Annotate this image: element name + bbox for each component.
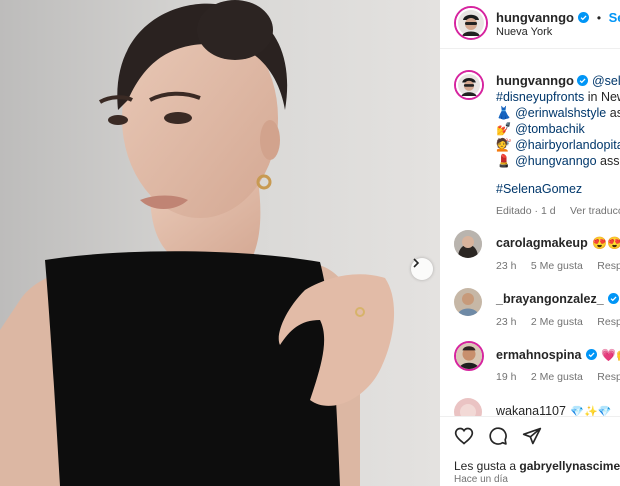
comment-username[interactable]: _brayangonzalez_ [496,292,604,306]
comment-time: 23 h [496,316,517,328]
credit-mention[interactable]: @erinwalshstyle [515,106,606,120]
credit-emoji: 👗 [496,106,512,120]
share-icon[interactable] [522,426,542,446]
comment-avatar[interactable] [454,341,484,371]
comment-text: 😍😍 [592,236,620,250]
caption-text: ass [609,106,620,120]
credit-emoji: 💄 [496,154,512,168]
edited-label: Editado · 1 d [496,205,556,217]
avatar-photo [454,230,482,258]
verified-icon [578,12,590,23]
avatar-photo [458,74,480,96]
see-translation-link[interactable]: Ver traducció [570,205,620,217]
comment-icon[interactable] [488,426,508,446]
next-slide-button[interactable] [411,258,433,280]
comment-username[interactable]: carolagmakeup [496,236,588,250]
follow-button[interactable]: Seguir [609,10,620,25]
avatar-photo [458,10,484,36]
likes-user-link[interactable]: gabryellynasciment [519,459,620,473]
caption-hashtag[interactable]: #SelenaGomez [496,182,582,196]
header-username[interactable]: hungvanngo [496,10,574,25]
caption-text: assis [600,154,620,168]
header-avatar[interactable] [454,6,488,40]
comment-username[interactable]: ermahnospina [496,348,581,362]
caption-avatar[interactable] [454,70,484,100]
caption-hashtag[interactable]: #disneyupfronts [496,90,584,104]
credit-mention[interactable]: @hungvanngo [515,154,597,168]
caption-text: in New [587,90,620,104]
verified-icon [585,349,597,360]
credit-mention[interactable]: @tombachik [515,122,585,136]
post-side-panel: hungvanngo • Seguir Nueva York hungvanng… [440,0,620,486]
verified-icon [577,75,589,86]
header-separator: • [596,11,602,25]
photo-illustration [0,0,440,486]
credit-mention[interactable]: @hairbyorlandopita [515,138,620,152]
comment-reply-button[interactable]: Respon [597,316,620,328]
caption-username[interactable]: hungvanngo [496,73,574,88]
comment-likes[interactable]: 2 Me gusta [531,316,583,328]
avatar-photo [456,343,482,369]
post-image[interactable] [0,0,440,486]
comment-time: 19 h [496,371,517,383]
header-divider [440,48,620,49]
comment-avatar[interactable] [454,288,482,316]
comment-time: 23 h [496,260,517,272]
comment-text: 💗🙌 [601,348,620,362]
credit-emoji: 💅 [496,122,512,136]
comment-avatar[interactable] [454,230,482,258]
comment-reply-button[interactable]: Respon [597,371,620,383]
post-time: Hace un día [454,474,508,485]
verified-icon [608,293,620,304]
credit-emoji: 💇 [496,138,512,152]
chevron-right-icon [413,258,420,268]
avatar-photo [454,288,482,316]
comment-reply-button[interactable]: Respon [597,260,620,272]
heart-icon[interactable] [454,426,474,446]
caption-mention[interactable]: @selen [592,74,620,88]
location-link[interactable]: Nueva York [496,26,552,38]
likes-prefix: Les gusta a [454,459,520,473]
comment-likes[interactable]: 5 Me gusta [531,260,583,272]
comment-likes[interactable]: 2 Me gusta [531,371,583,383]
